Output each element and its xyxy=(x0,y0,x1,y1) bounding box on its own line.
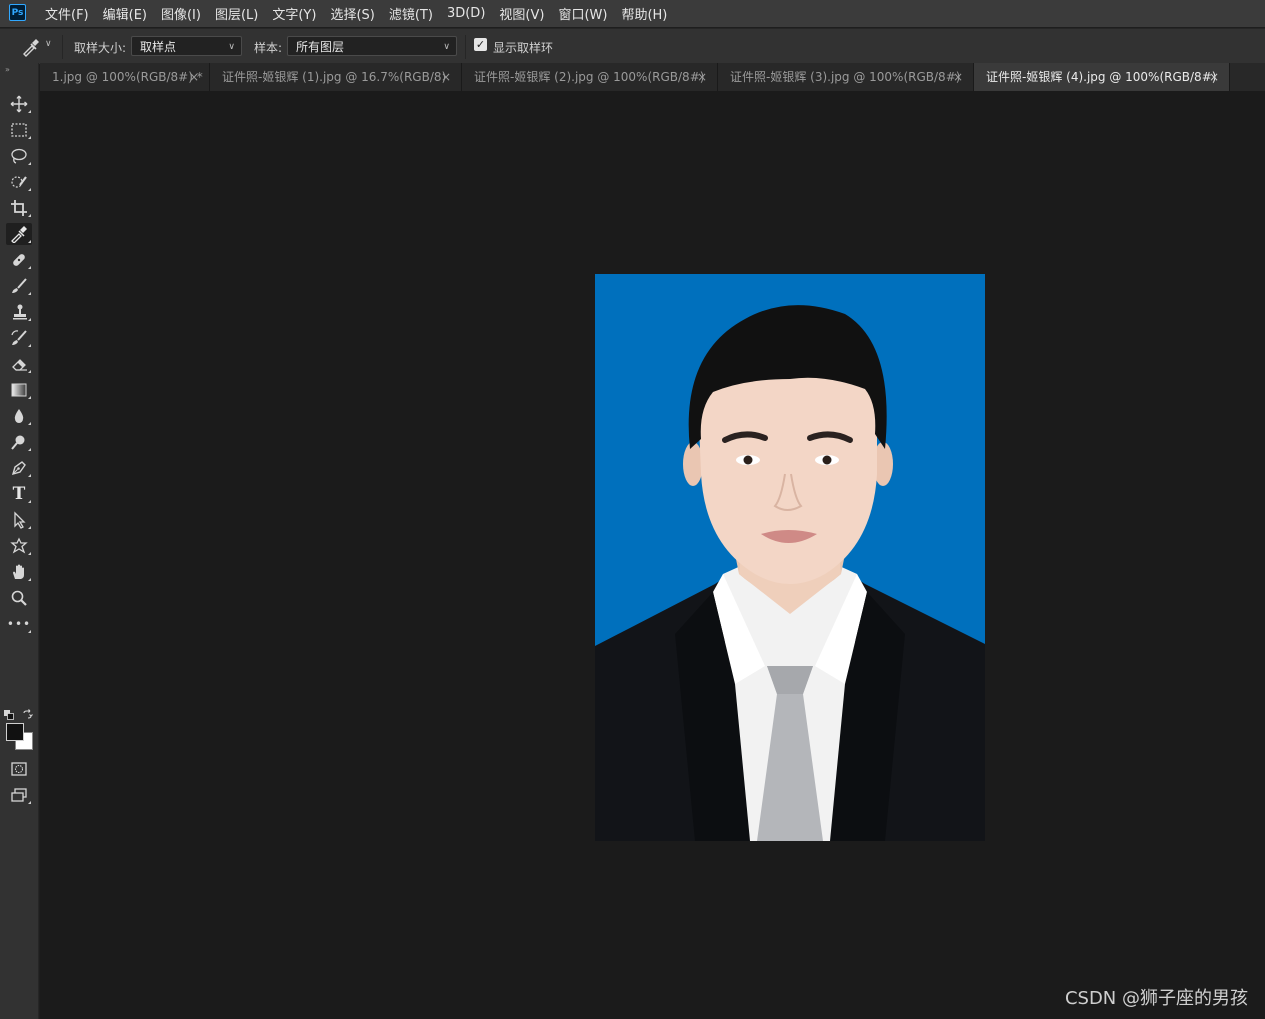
dodge-tool-icon[interactable] xyxy=(6,431,32,453)
menu-edit[interactable]: 编辑(E) xyxy=(103,4,147,23)
gradient-tool-icon[interactable] xyxy=(6,379,32,401)
close-icon[interactable]: × xyxy=(1209,63,1219,91)
more-tools-glyph: ••• xyxy=(6,617,32,631)
tool-group-indicator xyxy=(28,344,31,347)
tab-label: 证件照-姬银辉 (2).jpg @ 100%(RGB/8#) xyxy=(474,70,705,84)
eraser-tool-icon[interactable] xyxy=(6,353,32,375)
pen-tool-icon[interactable] xyxy=(6,457,32,479)
sample-size-label: 取样大小: xyxy=(74,41,127,55)
tab-label: 证件照-姬银辉 (4).jpg @ 100%(RGB/8#) xyxy=(986,70,1217,84)
tool-group-indicator xyxy=(28,630,31,633)
zoom-tool-icon[interactable] xyxy=(6,587,32,609)
foreground-color-swatch[interactable] xyxy=(6,723,24,741)
lasso-tool-icon[interactable] xyxy=(6,145,32,167)
tool-group-indicator xyxy=(28,162,31,165)
tools-panel: » T ••• xyxy=(0,63,39,1019)
document-tab[interactable]: 证件照-姬银辉 (2).jpg @ 100%(RGB/8#) × xyxy=(462,63,718,91)
default-colors-icon[interactable] xyxy=(4,705,14,720)
tool-group-indicator xyxy=(28,578,31,581)
marquee-tool-icon[interactable] xyxy=(6,119,32,141)
tool-group-indicator xyxy=(28,801,31,804)
chevron-down-icon: ∨ xyxy=(443,42,450,52)
type-tool-glyph: T xyxy=(12,484,26,504)
document-tab-bar: 1.jpg @ 100%(RGB/8#) * × 证件照-姬银辉 (1).jpg… xyxy=(40,63,1265,91)
menu-help[interactable]: 帮助(H) xyxy=(621,4,667,23)
eyedropper-preset-icon[interactable] xyxy=(20,37,42,57)
tool-preset-chevron-icon[interactable]: ∨ xyxy=(45,39,52,49)
tool-group-indicator xyxy=(28,318,31,321)
menu-window[interactable]: 窗口(W) xyxy=(558,4,607,23)
menu-select[interactable]: 选择(S) xyxy=(330,4,374,23)
quick-selection-tool-icon[interactable] xyxy=(6,171,32,193)
swap-colors-icon[interactable] xyxy=(22,705,33,719)
tool-group-indicator xyxy=(28,240,31,243)
menu-filter[interactable]: 滤镜(T) xyxy=(389,4,433,23)
quick-mask-icon[interactable] xyxy=(6,758,32,780)
tool-group-indicator xyxy=(28,552,31,555)
photoshop-logo-icon: Ps xyxy=(9,4,26,21)
menu-list: 文件(F) 编辑(E) 图像(I) 图层(L) 文字(Y) 选择(S) 滤镜(T… xyxy=(45,0,681,27)
chevron-down-icon: ∨ xyxy=(228,42,235,52)
tool-group-indicator xyxy=(28,266,31,269)
tool-group-indicator xyxy=(28,188,31,191)
sample-size-value: 取样点 xyxy=(140,40,177,54)
show-sampling-ring-label: 显示取样环 xyxy=(493,41,554,55)
menu-view[interactable]: 视图(V) xyxy=(499,4,544,23)
document-tab[interactable]: 1.jpg @ 100%(RGB/8#) * × xyxy=(40,63,210,91)
menu-bar: Ps 文件(F) 编辑(E) 图像(I) 图层(L) 文字(Y) 选择(S) 滤… xyxy=(0,0,1265,27)
tool-group-indicator xyxy=(28,474,31,477)
tool-group-indicator xyxy=(28,292,31,295)
hand-tool-icon[interactable] xyxy=(6,561,32,583)
tab-label: 证件照-姬银辉 (3).jpg @ 100%(RGB/8#) xyxy=(730,70,961,84)
tool-group-indicator xyxy=(28,214,31,217)
menu-3d[interactable]: 3D(D) xyxy=(447,6,485,21)
sample-label: 样本: xyxy=(254,41,283,55)
document-tab[interactable]: 证件照-姬银辉 (3).jpg @ 100%(RGB/8#) × xyxy=(718,63,974,91)
document-tab-active[interactable]: 证件照-姬银辉 (4).jpg @ 100%(RGB/8#) × xyxy=(974,63,1230,91)
tool-group-indicator xyxy=(28,500,31,503)
tool-group-indicator xyxy=(28,422,31,425)
path-selection-tool-icon[interactable] xyxy=(6,509,32,531)
menu-type[interactable]: 文字(Y) xyxy=(272,4,316,23)
portrait-photo xyxy=(595,305,985,841)
sample-select[interactable]: 所有图层 ∨ xyxy=(287,36,457,56)
options-divider xyxy=(465,35,466,59)
tool-group-indicator xyxy=(28,526,31,529)
options-divider xyxy=(62,35,63,59)
close-icon[interactable]: × xyxy=(441,63,451,91)
menu-layer[interactable]: 图层(L) xyxy=(215,4,258,23)
options-bar: ∨ 取样大小: 取样点 ∨ 样本: 所有图层 ∨ ✓ 显示取样环 xyxy=(0,28,1265,64)
tab-label: 1.jpg @ 100%(RGB/8#) * xyxy=(52,70,203,84)
history-brush-tool-icon[interactable] xyxy=(6,327,32,349)
tool-group-indicator xyxy=(28,370,31,373)
healing-brush-tool-icon[interactable] xyxy=(6,249,32,271)
eyedropper-tool-icon[interactable] xyxy=(6,223,32,245)
csdn-watermark: CSDN @狮子座的男孩 xyxy=(1064,988,1248,1009)
clone-stamp-tool-icon[interactable] xyxy=(6,301,32,323)
show-sampling-ring-checkbox[interactable]: ✓ xyxy=(474,38,487,51)
screen-mode-icon[interactable] xyxy=(6,784,32,806)
collapse-panel-icon[interactable]: » xyxy=(5,65,10,74)
close-icon[interactable]: × xyxy=(189,63,199,91)
sample-value: 所有图层 xyxy=(296,40,345,54)
sample-size-select[interactable]: 取样点 ∨ xyxy=(131,36,242,56)
tool-group-indicator xyxy=(28,110,31,113)
close-icon[interactable]: × xyxy=(953,63,963,91)
move-tool-icon[interactable] xyxy=(6,93,32,115)
tool-group-indicator xyxy=(28,396,31,399)
menu-file[interactable]: 文件(F) xyxy=(45,4,89,23)
tab-label: 证件照-姬银辉 (1).jpg @ 16.7%(RGB/8) xyxy=(222,70,447,84)
custom-shape-tool-icon[interactable] xyxy=(6,535,32,557)
more-tools-icon[interactable]: ••• xyxy=(6,613,32,635)
crop-tool-icon[interactable] xyxy=(6,197,32,219)
menu-image[interactable]: 图像(I) xyxy=(161,4,201,23)
tool-group-indicator xyxy=(28,136,31,139)
blur-tool-icon[interactable] xyxy=(6,405,32,427)
type-tool-icon[interactable]: T xyxy=(6,483,32,505)
close-icon[interactable]: × xyxy=(697,63,707,91)
document-image[interactable] xyxy=(595,274,985,841)
tool-group-indicator xyxy=(28,448,31,451)
document-tab[interactable]: 证件照-姬银辉 (1).jpg @ 16.7%(RGB/8) × xyxy=(210,63,462,91)
brush-tool-icon[interactable] xyxy=(6,275,32,297)
